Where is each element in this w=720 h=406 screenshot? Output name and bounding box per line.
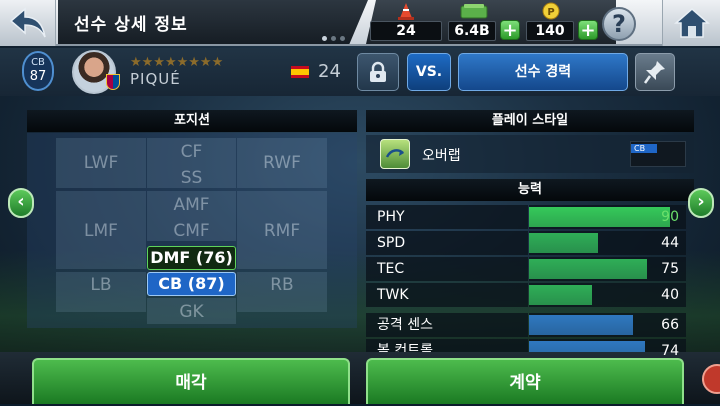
ability-name: TWK: [366, 283, 528, 307]
page-dot: [331, 36, 336, 41]
pos-gk: GK: [179, 302, 204, 322]
pos-cmf: CMF: [173, 221, 210, 241]
add-gp-button[interactable]: +: [500, 20, 520, 40]
badge-position: CB: [31, 57, 45, 68]
page-indicator: [322, 36, 345, 41]
ability-name: TEC: [366, 257, 528, 281]
club-badge-icon: [106, 74, 120, 90]
player-name: PIQUÉ: [130, 70, 181, 88]
player-stars: ★★★★★★★★: [130, 55, 224, 70]
back-arrow-icon: [9, 7, 46, 38]
home-button[interactable]: [662, 0, 720, 46]
pos-amf: AMF: [173, 195, 210, 215]
pos-lb: LB: [90, 275, 112, 295]
pos-cf: CF: [180, 142, 203, 162]
pin-button[interactable]: [635, 53, 675, 91]
previous-player-button[interactable]: ‹: [8, 188, 34, 218]
ability-value: 74: [661, 343, 679, 359]
playstyle-row[interactable]: 오버랩 CB: [366, 135, 694, 173]
abilities-header: 능력: [366, 179, 694, 201]
player-age: 24: [318, 61, 341, 82]
add-coins-button[interactable]: +: [578, 20, 598, 40]
top-bar: 선수 상세 정보 24 6.4B + P 140 + ?: [0, 0, 720, 46]
pos-rwf: RWF: [263, 153, 301, 173]
cone-icon: [398, 3, 414, 20]
spain-flag-icon: [291, 66, 309, 78]
page-title: 선수 상세 정보: [74, 15, 188, 35]
page-dot: [340, 36, 345, 41]
playstyle-header: 플레이 스타일: [366, 110, 694, 132]
pos-cb-primary: CB (87): [147, 272, 236, 296]
playstyle-tag-label: CB: [631, 144, 657, 153]
ability-bar-fill: [529, 259, 647, 279]
pos-lmf: LMF: [84, 221, 118, 241]
gp-count: 6.4B: [448, 21, 496, 41]
ability-name: 공격 센스: [366, 313, 528, 337]
ability-row: SPD 44: [366, 231, 686, 255]
ability-row: TWK 40: [366, 283, 686, 307]
ticket-count: 24: [370, 21, 442, 41]
ability-value: 66: [661, 317, 679, 333]
coin-count: 140: [526, 21, 574, 41]
ability-name: SPD: [366, 231, 528, 255]
svg-text:P: P: [547, 7, 554, 18]
next-player-button[interactable]: ›: [688, 188, 714, 218]
vs-button[interactable]: VS.: [407, 53, 451, 91]
pos-lwf: LWF: [83, 153, 119, 173]
back-button[interactable]: [0, 0, 56, 46]
ability-value: 75: [661, 261, 679, 277]
ability-value: 44: [661, 235, 679, 251]
pin-icon: [643, 61, 665, 84]
home-icon: [673, 8, 710, 38]
pos-rb: RB: [270, 275, 294, 295]
pos-rmf: RMF: [263, 221, 301, 241]
coin-icon: P: [542, 2, 560, 20]
overlap-arrow-icon: [385, 149, 404, 158]
lock-icon: [370, 61, 386, 82]
ability-bar-fill: [529, 285, 592, 305]
ability-row: PHY 90: [366, 205, 686, 229]
ability-value: 90: [661, 209, 679, 225]
ability-row: 공격 센스 66: [366, 313, 686, 337]
ability-bar-fill: [529, 207, 670, 227]
page-dot: [322, 36, 327, 41]
position-header: 포지션: [27, 110, 357, 132]
badge-rating: 87: [29, 69, 47, 84]
lock-button[interactable]: [357, 53, 399, 91]
career-button[interactable]: 선수 경력: [458, 53, 628, 91]
pos-ss: SS: [180, 168, 203, 188]
ability-bar-track: 90: [529, 205, 686, 229]
ability-value: 40: [661, 287, 679, 303]
ability-bar-fill: [529, 233, 598, 253]
ability-bar-track: 66: [529, 313, 686, 337]
help-button[interactable]: ?: [602, 7, 636, 41]
player-bar: CB 87 ★★★★★★★★ PIQUÉ 24 VS. 선수 경력: [0, 48, 720, 96]
pos-dmf-active: DMF (76): [147, 246, 236, 270]
position-grid: LWF CF RWF SS AMF LMF CMF RMF LB RB GK D…: [27, 133, 357, 328]
ability-bar-track: 40: [529, 283, 686, 307]
ability-bar-fill: [529, 315, 633, 335]
money-icon: [460, 4, 488, 19]
overlap-icon: [380, 139, 410, 169]
playstyle-label: 오버랩: [422, 148, 461, 164]
playstyle-position-tag: CB: [630, 141, 686, 167]
ability-bar-track: 44: [529, 231, 686, 255]
contract-button[interactable]: 계약: [366, 358, 684, 404]
position-badge: CB 87: [22, 51, 54, 91]
sell-button[interactable]: 매각: [32, 358, 350, 404]
ability-row: TEC 75: [366, 257, 686, 281]
ability-bar-track: 75: [529, 257, 686, 281]
ability-name: PHY: [366, 205, 528, 229]
